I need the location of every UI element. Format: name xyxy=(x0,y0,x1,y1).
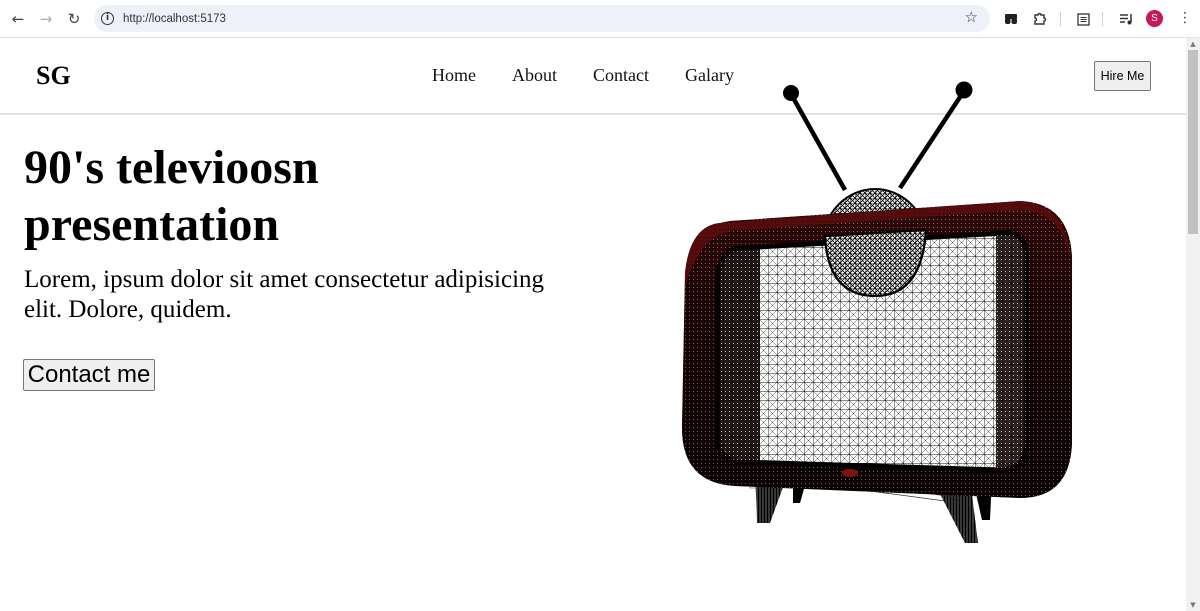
hero-description: Lorem, ipsum dolor sit amet consectetur … xyxy=(24,266,545,323)
arrow-left-icon: ← xyxy=(11,9,25,28)
reading-list-icon xyxy=(1076,12,1090,26)
extensions-menu-button[interactable] xyxy=(1030,9,1050,29)
media-controls-button[interactable] xyxy=(1117,9,1137,29)
hero-title: 90's televioosn presentation xyxy=(24,141,319,251)
reading-list-button[interactable] xyxy=(1073,9,1093,29)
toolbar-divider xyxy=(1102,12,1103,26)
extension-button[interactable] xyxy=(1001,9,1021,29)
page-viewport: SG Home About Contact Galary Hire Me 90'… xyxy=(0,38,1186,611)
arrow-right-icon: → xyxy=(39,9,53,28)
contact-me-button[interactable]: Contact me xyxy=(23,359,155,391)
toolbar-divider xyxy=(1060,12,1061,26)
scroll-down-arrow-icon[interactable]: ▼ xyxy=(1186,599,1200,611)
profile-avatar[interactable]: S xyxy=(1146,10,1163,27)
address-bar[interactable]: i http://localhost:5173 ☆ xyxy=(94,5,990,32)
site-logo[interactable]: SG xyxy=(36,61,71,91)
tv-knob xyxy=(842,469,858,477)
nav-link-about[interactable]: About xyxy=(512,65,557,86)
extension-glasses-icon xyxy=(1005,14,1017,24)
url-text[interactable]: http://localhost:5173 xyxy=(123,13,226,25)
scroll-up-arrow-icon[interactable]: ▲ xyxy=(1186,38,1200,50)
antenna-left xyxy=(783,85,847,192)
antenna-right xyxy=(898,81,973,190)
puzzle-icon xyxy=(1034,12,1047,25)
site-info-icon[interactable]: i xyxy=(101,12,114,25)
forward-button[interactable]: → xyxy=(32,5,60,33)
browser-toolbar: ← → ↻ i http://localhost:5173 ☆ S ⋮ xyxy=(0,0,1200,38)
media-queue-icon xyxy=(1120,14,1132,25)
page-scrollbar[interactable]: ▲ ▼ xyxy=(1186,38,1200,611)
bookmark-star-icon[interactable]: ☆ xyxy=(965,8,978,26)
nav-link-contact[interactable]: Contact xyxy=(593,65,649,86)
scroll-thumb[interactable] xyxy=(1188,50,1198,234)
nav-link-home[interactable]: Home xyxy=(432,65,476,86)
browser-menu-icon[interactable]: ⋮ xyxy=(1178,9,1192,27)
reload-button[interactable]: ↻ xyxy=(60,5,88,33)
hire-me-button[interactable]: Hire Me xyxy=(1094,61,1151,91)
back-button[interactable]: ← xyxy=(4,5,32,33)
tv-3d-model[interactable] xyxy=(660,58,1100,558)
reload-icon: ↻ xyxy=(67,9,81,28)
